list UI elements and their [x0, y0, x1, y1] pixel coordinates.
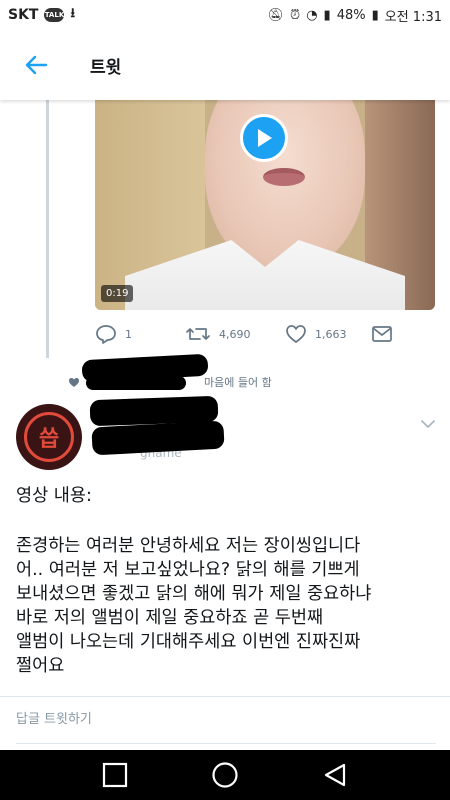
- reply-input[interactable]: 답글 트윗하기: [16, 708, 92, 727]
- liked-by-text: 마음에 들어 함: [204, 376, 272, 389]
- play-icon: [258, 129, 272, 147]
- like-action[interactable]: 1,663: [285, 324, 370, 344]
- nav-back-icon: [324, 763, 346, 787]
- talk-badge: TALK: [44, 8, 65, 22]
- alarm-icon: ⏰︎: [290, 7, 301, 23]
- chevron-down-icon: [421, 420, 435, 428]
- mute-icon: 🔕︎: [267, 7, 285, 23]
- tweet-actions: 1 4,690 1,663: [95, 320, 435, 348]
- carrier-label: SKT: [8, 7, 39, 23]
- download-icon: ⭳: [70, 6, 76, 21]
- divider: [0, 696, 450, 697]
- like-icon: [286, 325, 306, 343]
- avatar[interactable]: 씁: [16, 404, 82, 470]
- back-button[interactable]: [0, 30, 72, 100]
- status-right: 🔕︎ ⏰︎ ◔ ▮ 48% ▮ 오전 1:31: [268, 6, 442, 25]
- video-player[interactable]: 0:19: [95, 100, 435, 310]
- retweet-action[interactable]: 4,690: [185, 324, 285, 344]
- app-header: 트윗: [0, 30, 450, 100]
- clock: 오전 1:31: [384, 9, 442, 25]
- thread-connector-line: [46, 100, 49, 358]
- nav-recent-icon: [102, 762, 128, 788]
- reply-count: 1: [125, 327, 132, 341]
- wifi-icon: ◔: [306, 7, 318, 23]
- battery-icon: ▮: [371, 7, 379, 23]
- tweet-line: 쩔어요: [16, 656, 65, 676]
- redaction-mark: [91, 420, 225, 456]
- tweet-line: 영상 내용:: [16, 486, 92, 506]
- avatar-logo: 씁: [24, 412, 74, 462]
- heart-small-icon: [69, 377, 79, 387]
- tweet-line-gap: [16, 508, 441, 534]
- like-count: 1,663: [315, 327, 347, 341]
- tweet-line: 어.. 여러분 저 보고싶었나요? 닭의 해를 기쁘게: [16, 560, 360, 580]
- status-left: SKT TALK ⭳: [8, 4, 75, 26]
- tweet-line: 보내셨으면 좋겠고 닭의 해에 뭐가 제일 중요하냐: [16, 584, 372, 604]
- back-nav-button[interactable]: [315, 755, 355, 795]
- message-icon: [372, 326, 392, 342]
- signal-icon: ▮: [323, 7, 331, 23]
- reply-underline: [16, 743, 436, 744]
- video-duration: 0:19: [101, 285, 134, 302]
- direct-message-action[interactable]: [371, 325, 393, 343]
- redaction-mark: [86, 376, 186, 390]
- play-button[interactable]: [240, 114, 288, 162]
- retweet-count: 4,690: [219, 327, 251, 341]
- battery-percent: 48%: [336, 7, 366, 23]
- system-nav-bar: [0, 750, 450, 800]
- tweet-line: 앨범이 나오는데 기대해주세요 이번엔 진짜진짜: [16, 632, 361, 652]
- tweet-line: 바로 저의 앨범이 제일 중요하죠 곧 두번째: [16, 608, 324, 628]
- nav-home-icon: [212, 762, 238, 788]
- home-button[interactable]: [205, 755, 245, 795]
- tweet-line: 존경하는 여러분 안녕하세요 저는 장이씽입니다: [16, 536, 361, 556]
- page-title: 트윗: [90, 57, 122, 78]
- recent-apps-button[interactable]: [95, 755, 135, 795]
- tweet-menu-button[interactable]: [420, 414, 436, 433]
- tweet-body: 영상 내용: 존경하는 여러분 안녕하세요 저는 장이씽입니다 어.. 여러분 …: [16, 484, 441, 678]
- back-arrow-icon: [25, 55, 48, 75]
- video-mouth: [263, 168, 305, 186]
- status-bar: SKT TALK ⭳ 🔕︎ ⏰︎ ◔ ▮ 48% ▮ 오전 1:31: [0, 0, 450, 30]
- reply-icon: [96, 325, 116, 344]
- retweet-icon: [186, 328, 210, 340]
- reply-action[interactable]: 1: [95, 324, 185, 344]
